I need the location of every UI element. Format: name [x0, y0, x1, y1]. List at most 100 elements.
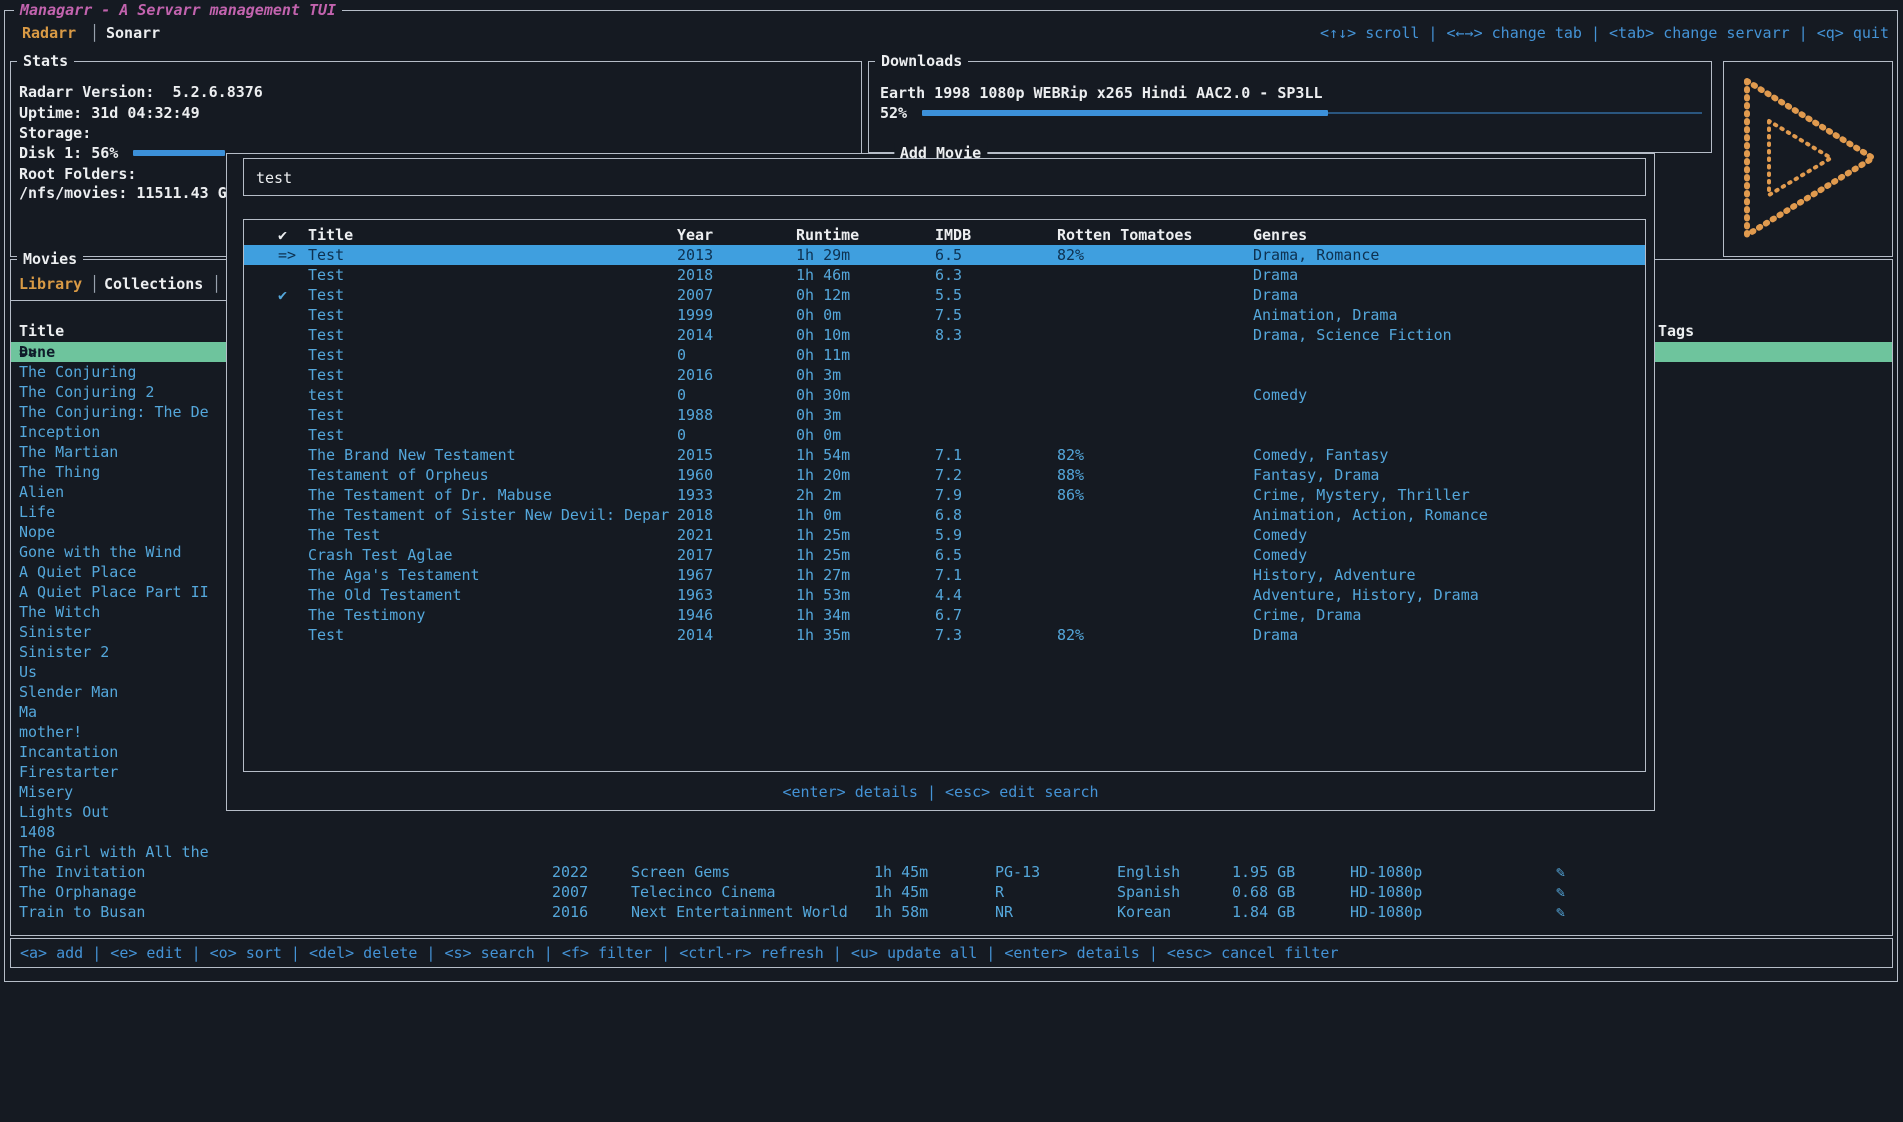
result-year-cell: 0: [677, 385, 686, 405]
add-movie-result-row[interactable]: The Brand New Testament 2015 1h 54m 7.1 …: [244, 445, 1645, 465]
result-year-cell: 1988: [677, 405, 713, 425]
runtime-column-header: Runtime: [796, 225, 859, 245]
movie-studio-cell: Next Entertainment World: [631, 902, 848, 922]
result-title-cell: Test: [308, 245, 344, 265]
check-column-header: ✔: [278, 225, 287, 245]
movies-table-row[interactable]: Train to Busan 2016 Next Entertainment W…: [11, 902, 1892, 922]
add-movie-result-row[interactable]: Test 0 0h 0m: [244, 425, 1645, 445]
result-year-cell: 1963: [677, 585, 713, 605]
movie-size-cell: 0.68 GB: [1232, 882, 1295, 902]
result-imdb-cell: 6.5: [935, 545, 962, 565]
result-imdb-cell: 7.2: [935, 465, 962, 485]
downloads-panel-title: Downloads: [875, 51, 968, 71]
add-movie-result-row[interactable]: Test 2018 1h 46m 6.3 Drama: [244, 265, 1645, 285]
movie-language-cell: English: [1117, 862, 1180, 882]
result-title-cell: Test: [308, 325, 344, 345]
result-rotten-tomatoes-cell: 82%: [1057, 245, 1084, 265]
movies-table-row[interactable]: The Girl with All the: [11, 842, 1892, 862]
result-genres-cell: Drama, Science Fiction: [1253, 325, 1452, 345]
download-progress-fill: [922, 110, 1328, 116]
add-movie-result-row[interactable]: The Old Testament 1963 1h 53m 4.4 Advent…: [244, 585, 1645, 605]
movie-runtime-cell: 1h 45m: [874, 882, 928, 902]
add-movie-result-row[interactable]: Testament of Orpheus 1960 1h 20m 7.2 88%…: [244, 465, 1645, 485]
add-movie-result-row[interactable]: Test 0 0h 11m: [244, 345, 1645, 365]
results-header-row: ✔ Title Year Runtime IMDB Rotten Tomatoe…: [244, 225, 1645, 245]
result-title-cell: Test: [308, 345, 344, 365]
result-imdb-cell: 7.9: [935, 485, 962, 505]
result-imdb-cell: 6.8: [935, 505, 962, 525]
add-movie-result-row[interactable]: The Test 2021 1h 25m 5.9 Comedy: [244, 525, 1645, 545]
result-year-cell: 2007: [677, 285, 713, 305]
movie-language-cell: Korean: [1117, 902, 1171, 922]
result-year-cell: 2018: [677, 265, 713, 285]
movies-table-row[interactable]: 1408: [11, 822, 1892, 842]
tab-sonarr[interactable]: Sonarr: [106, 23, 160, 43]
result-rotten-tomatoes-cell: 86%: [1057, 485, 1084, 505]
tabs-underline: [11, 300, 226, 301]
result-year-cell: 2016: [677, 365, 713, 385]
movies-table-row[interactable]: The Invitation 2022 Screen Gems 1h 45m P…: [11, 862, 1892, 882]
add-movie-result-row[interactable]: ✔ Test 2007 0h 12m 5.5 Drama: [244, 285, 1645, 305]
movie-size-cell: 1.84 GB: [1232, 902, 1295, 922]
collections-tab-separator: │: [212, 274, 221, 294]
add-movie-result-row[interactable]: Test 1988 0h 3m: [244, 405, 1645, 425]
add-movie-search-box: [243, 158, 1646, 196]
result-imdb-cell: 8.3: [935, 325, 962, 345]
result-runtime-cell: 1h 0m: [796, 505, 841, 525]
disk-usage-label: Disk 1: 56%: [19, 143, 118, 163]
disk-usage-bar: [133, 150, 225, 156]
result-title-cell: Test: [308, 305, 344, 325]
add-movie-result-row[interactable]: Crash Test Aglae 2017 1h 25m 6.5 Comedy: [244, 545, 1645, 565]
result-runtime-cell: 0h 3m: [796, 365, 841, 385]
add-movie-result-row[interactable]: Test 1999 0h 0m 7.5 Animation, Drama: [244, 305, 1645, 325]
result-imdb-cell: 7.1: [935, 445, 962, 465]
add-movie-result-row[interactable]: Test 2014 0h 10m 8.3 Drama, Science Fict…: [244, 325, 1645, 345]
add-movie-search-input[interactable]: [254, 161, 1638, 195]
result-year-cell: 1933: [677, 485, 713, 505]
result-title-cell: test: [308, 385, 344, 405]
movies-table-row[interactable]: The Orphanage 2007 Telecinco Cinema 1h 4…: [11, 882, 1892, 902]
add-movie-result-row[interactable]: Test 2016 0h 3m: [244, 365, 1645, 385]
add-movie-result-row[interactable]: The Testament of Sister New Devil: Depar…: [244, 505, 1645, 525]
movie-quality-cell: HD-1080p: [1350, 902, 1422, 922]
selection-marker: =>: [278, 245, 296, 265]
add-movie-result-row[interactable]: => Test 2013 1h 29m 6.5 82% Drama, Roman…: [244, 245, 1645, 265]
add-movie-result-row[interactable]: test 0 0h 30m Comedy: [244, 385, 1645, 405]
result-title-cell: Test: [308, 265, 344, 285]
result-genres-cell: Drama: [1253, 265, 1298, 285]
tab-radarr[interactable]: Radarr: [22, 23, 76, 43]
result-title-cell: Test: [308, 425, 344, 445]
add-movie-result-row[interactable]: The Testimony 1946 1h 34m 6.7 Crime, Dra…: [244, 605, 1645, 625]
movie-runtime-cell: 1h 58m: [874, 902, 928, 922]
genres-column-header: Genres: [1253, 225, 1307, 245]
add-movie-result-row[interactable]: The Testament of Dr. Mabuse 1933 2h 2m 7…: [244, 485, 1645, 505]
result-genres-cell: Comedy, Fantasy: [1253, 445, 1388, 465]
result-title-cell: The Brand New Testament: [308, 445, 516, 465]
monitored-icon: ✎: [1556, 862, 1565, 882]
tab-library[interactable]: Library: [19, 274, 82, 294]
movie-language-cell: Spanish: [1117, 882, 1180, 902]
movie-certification-cell: R: [995, 882, 1004, 902]
result-title-cell: The Testament of Dr. Mabuse: [308, 485, 552, 505]
result-genres-cell: History, Adventure: [1253, 565, 1416, 585]
tab-collections[interactable]: Collections: [104, 274, 203, 294]
add-movie-result-row[interactable]: Test 2014 1h 35m 7.3 82% Drama: [244, 625, 1645, 645]
download-progress-bar: [922, 112, 1702, 114]
download-percent-label: 52%: [880, 103, 907, 123]
movies-panel-title: Movies: [17, 249, 83, 269]
movies-tags-header: Tags: [1658, 321, 1694, 341]
result-year-cell: 1967: [677, 565, 713, 585]
add-movie-result-row[interactable]: The Aga's Testament 1967 1h 27m 7.1 Hist…: [244, 565, 1645, 585]
result-genres-cell: Drama: [1253, 285, 1298, 305]
result-genres-cell: Drama: [1253, 625, 1298, 645]
movie-year-cell: 2016: [552, 902, 588, 922]
movie-year-cell: 2022: [552, 862, 588, 882]
result-genres-cell: Comedy: [1253, 525, 1307, 545]
stats-panel-title: Stats: [17, 51, 74, 71]
result-genres-cell: Fantasy, Drama: [1253, 465, 1379, 485]
result-imdb-cell: 7.3: [935, 625, 962, 645]
result-title-cell: Test: [308, 365, 344, 385]
root-folder-value: /nfs/movies: 11511.43 GB: [19, 183, 236, 203]
imdb-column-header: IMDB: [935, 225, 971, 245]
title-column-header: Title: [308, 225, 353, 245]
